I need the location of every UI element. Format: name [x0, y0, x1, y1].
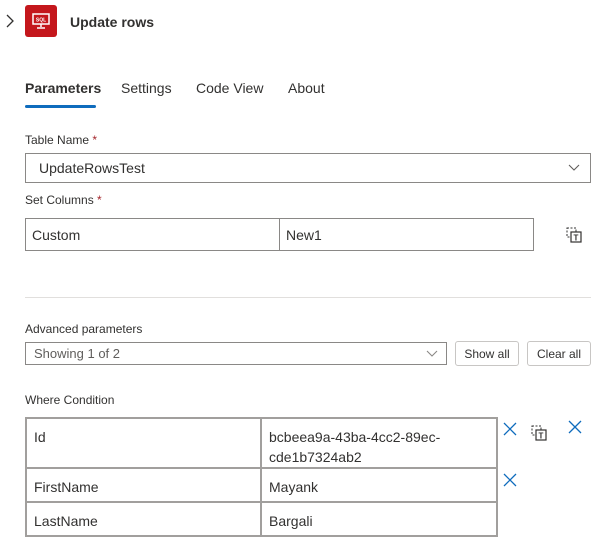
tab-code-view[interactable]: Code View	[196, 80, 263, 96]
tab-settings[interactable]: Settings	[121, 80, 172, 96]
delete-row-icon[interactable]	[503, 422, 517, 436]
advanced-parameters-dropdown[interactable]: Showing 1 of 2	[25, 342, 447, 365]
set-columns-value-input[interactable]: New1	[279, 218, 534, 251]
required-mark: *	[97, 193, 102, 207]
svg-text:T: T	[539, 432, 544, 441]
clear-all-button[interactable]: Clear all	[527, 341, 591, 366]
advanced-parameters-value: Showing 1 of 2	[34, 346, 121, 361]
chevron-down-icon	[568, 164, 580, 171]
active-tab-indicator	[25, 105, 96, 108]
where-key-input[interactable]: FirstName	[25, 467, 262, 503]
tab-parameters[interactable]: Parameters	[25, 80, 101, 96]
advanced-parameters-label: Advanced parameters	[25, 322, 143, 336]
set-columns-label: Set Columns *	[25, 193, 102, 207]
svg-text:T: T	[574, 234, 579, 243]
chevron-down-icon	[426, 350, 438, 357]
table-name-label: Table Name *	[25, 133, 97, 147]
action-title: Update rows	[70, 14, 155, 30]
svg-text:SQL: SQL	[36, 18, 46, 24]
tab-about[interactable]: About	[288, 80, 325, 96]
switch-to-text-mode-icon[interactable]: T	[531, 425, 547, 441]
sql-icon: SQL	[25, 5, 57, 37]
required-mark: *	[92, 133, 98, 147]
delete-row-icon[interactable]	[503, 473, 517, 487]
section-divider	[25, 297, 591, 298]
set-columns-label-text: Set Columns	[25, 193, 94, 207]
where-value-input[interactable]: bcbeea9a-43ba-4cc2-89ec-cde1b7324ab2	[260, 417, 498, 469]
switch-to-text-mode-icon[interactable]: T	[566, 227, 582, 243]
table-name-value: UpdateRowsTest	[39, 160, 145, 176]
table-name-label-text: Table Name	[25, 133, 90, 147]
where-key-input[interactable]: LastName	[25, 501, 262, 537]
remove-parameter-icon[interactable]	[568, 420, 582, 434]
table-name-dropdown[interactable]: UpdateRowsTest	[25, 153, 591, 183]
where-condition-label: Where Condition	[25, 393, 115, 407]
show-all-button[interactable]: Show all	[455, 341, 519, 366]
set-columns-key-input[interactable]: Custom	[25, 218, 280, 251]
chevron-right-icon[interactable]	[4, 12, 16, 30]
where-value-input[interactable]: Mayank	[260, 467, 498, 503]
where-value-input[interactable]: Bargali	[260, 501, 498, 537]
where-key-input[interactable]: Id	[25, 417, 262, 469]
